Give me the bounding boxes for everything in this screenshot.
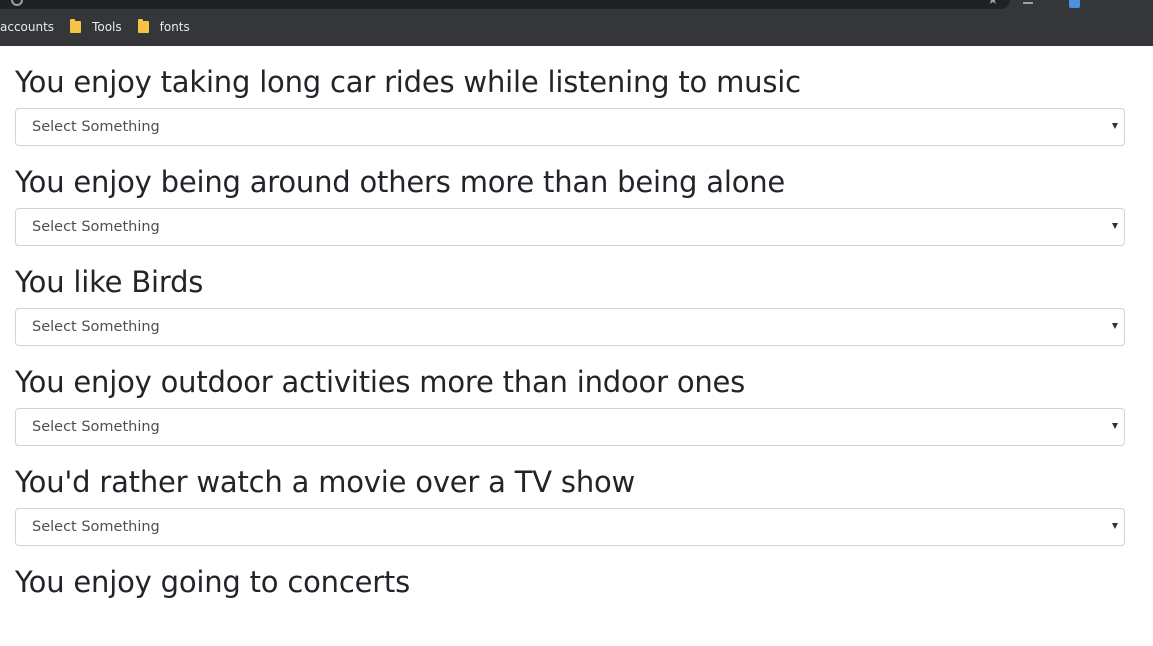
folder-icon xyxy=(137,19,149,33)
question-label: You'd rather watch a movie over a TV sho… xyxy=(15,465,636,499)
profile-icon[interactable] xyxy=(1069,0,1080,8)
question-group: You enjoy outdoor activities more than i… xyxy=(15,346,1125,446)
question-label: You enjoy going to concerts xyxy=(15,565,411,599)
question-group: You enjoy being around others more than … xyxy=(15,146,1125,246)
folder-icon xyxy=(70,19,82,33)
extension-icon[interactable] xyxy=(1023,0,1033,4)
question-label: You enjoy outdoor activities more than i… xyxy=(15,365,746,399)
bookmark-accounts[interactable]: accounts xyxy=(0,20,54,34)
bookmark-star-icon[interactable]: ★ xyxy=(987,0,999,7)
dropdown-arrow-icon xyxy=(1112,523,1118,529)
question-label: You like Birds xyxy=(15,265,204,299)
dropdown-arrow-icon xyxy=(1112,423,1118,429)
select-value: Select Something xyxy=(32,519,160,535)
question-group: You enjoy taking long car rides while li… xyxy=(15,46,1125,146)
bookmark-tools[interactable]: Tools xyxy=(70,19,122,34)
select-value: Select Something xyxy=(32,219,160,235)
select-value: Select Something xyxy=(32,319,160,335)
bookmark-fonts[interactable]: fonts xyxy=(137,19,190,34)
address-bar[interactable] xyxy=(0,0,1010,9)
dropdown-arrow-icon xyxy=(1112,323,1118,329)
question-label: You enjoy taking long car rides while li… xyxy=(15,65,801,99)
answer-select[interactable]: Select Something xyxy=(15,208,1125,246)
browser-chrome: ★ accounts Tools fonts xyxy=(0,0,1153,46)
bookmarks-bar: accounts Tools fonts xyxy=(0,16,206,38)
survey-form: You enjoy taking long car rides while li… xyxy=(15,46,1125,646)
question-group: You like Birds Select Something xyxy=(15,246,1125,346)
site-info-icon[interactable] xyxy=(11,0,23,6)
question-group: You'd rather watch a movie over a TV sho… xyxy=(15,446,1125,546)
answer-select[interactable]: Select Something xyxy=(15,108,1125,146)
answer-select[interactable]: Select Something xyxy=(15,308,1125,346)
answer-select[interactable]: Select Something xyxy=(15,508,1125,546)
dropdown-arrow-icon xyxy=(1112,223,1118,229)
select-value: Select Something xyxy=(32,119,160,135)
question-group: You enjoy going to concerts xyxy=(15,546,1125,646)
bookmark-label: Tools xyxy=(92,20,122,34)
select-value: Select Something xyxy=(32,419,160,435)
question-label: You enjoy being around others more than … xyxy=(15,165,786,199)
bookmark-label: fonts xyxy=(159,20,190,34)
dropdown-arrow-icon xyxy=(1112,123,1118,129)
bookmark-label: accounts xyxy=(0,20,55,34)
answer-select[interactable]: Select Something xyxy=(15,408,1125,446)
